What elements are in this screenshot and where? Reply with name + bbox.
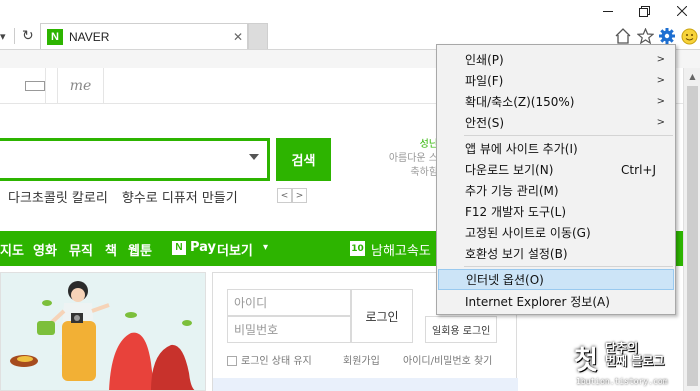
watermark-line: 번째 블로그 bbox=[605, 354, 665, 368]
restore-icon[interactable] bbox=[626, 0, 663, 22]
keyword-pager: < > bbox=[277, 188, 307, 203]
login-button[interactable]: 로그인 bbox=[351, 289, 413, 343]
menu-item-label: 고정된 사이트로 이동(G) bbox=[465, 226, 591, 240]
menu-item-label: F12 개발자 도구(L) bbox=[465, 205, 567, 219]
login-password-input[interactable]: 비밀번호 bbox=[227, 316, 351, 343]
keep-login-label: 로그인 상태 유지 bbox=[241, 356, 312, 367]
submenu-arrow-icon: > bbox=[656, 96, 665, 107]
menu-separator bbox=[464, 266, 673, 267]
tab-title: NAVER bbox=[69, 30, 110, 44]
gnb-item-npay[interactable]: N Pay bbox=[172, 240, 216, 255]
address-dropdown-icon[interactable]: ▾ bbox=[0, 26, 6, 46]
hot-keyword[interactable]: 다크초콜릿 칼로리 bbox=[8, 187, 108, 206]
watermark-text: 단추의 번째 블로그 bbox=[605, 342, 664, 368]
tools-gear-icon[interactable] bbox=[656, 26, 678, 46]
blog-watermark: 첫 단추의 번째 블로그 1bution.tistory.com bbox=[574, 340, 700, 391]
menu-item-label: Internet Explorer 정보(A) bbox=[465, 295, 610, 309]
nav-divider bbox=[14, 28, 15, 44]
service-tile-window[interactable] bbox=[12, 68, 58, 104]
rank-number: 10 bbox=[350, 241, 365, 256]
scroll-up-icon[interactable]: ▲ bbox=[684, 68, 700, 85]
minimize-icon[interactable] bbox=[589, 0, 626, 22]
promo-art bbox=[10, 281, 195, 390]
menu-item-zoom[interactable]: 확대/축소(Z)(150%) > bbox=[438, 91, 674, 112]
submenu-arrow-icon: > bbox=[656, 117, 665, 128]
menu-item-compat-view[interactable]: 호환성 보기 설정(B) bbox=[438, 243, 674, 264]
pager-prev-icon[interactable]: < bbox=[277, 188, 292, 203]
window-controls bbox=[589, 0, 700, 22]
npay-icon: N bbox=[172, 240, 186, 255]
menu-item-view-downloads[interactable]: 다운로드 보기(N) Ctrl+J bbox=[438, 159, 674, 180]
menu-item-shortcut: Ctrl+J bbox=[621, 162, 656, 177]
gnb-item-movie[interactable]: 영화 bbox=[33, 240, 57, 259]
menu-item-internet-options[interactable]: 인터넷 옵션(O) bbox=[438, 269, 674, 290]
tab-close-icon[interactable]: ✕ bbox=[229, 30, 247, 44]
menu-item-manage-addons[interactable]: 추가 기능 관리(M) bbox=[438, 180, 674, 201]
search-input[interactable] bbox=[0, 138, 270, 181]
id-placeholder: 아이디 bbox=[234, 296, 268, 310]
close-window-icon[interactable] bbox=[663, 0, 700, 22]
tools-menu: 인쇄(P) > 파일(F) > 확대/축소(Z)(150%) > 안전(S) >… bbox=[436, 44, 676, 315]
menu-item-label: 안전(S) bbox=[465, 116, 505, 130]
password-placeholder: 비밀번호 bbox=[234, 323, 279, 337]
aside-ad-line: 아름다운 스 bbox=[388, 153, 438, 164]
watermark-url: 1bution.tistory.com bbox=[576, 377, 668, 386]
favorites-star-icon[interactable] bbox=[634, 26, 656, 46]
keep-login-check-icon[interactable] bbox=[227, 356, 237, 366]
menu-item-label: 추가 기능 관리(M) bbox=[465, 184, 559, 198]
me-label: me bbox=[69, 78, 92, 94]
gnb-item-map[interactable]: 지도 bbox=[0, 240, 24, 259]
naver-favicon-icon: N bbox=[47, 29, 63, 45]
hot-keyword[interactable]: 향수로 디퓨저 만들기 bbox=[122, 187, 238, 206]
gnb-item-music[interactable]: 뮤직 bbox=[69, 240, 93, 259]
menu-item-label: 호환성 보기 설정(B) bbox=[465, 247, 568, 261]
onetime-login-button[interactable]: 일회용 로그인 bbox=[425, 316, 498, 343]
menu-item-about-ie[interactable]: Internet Explorer 정보(A) bbox=[438, 291, 674, 312]
menu-item-label: 파일(F) bbox=[465, 74, 504, 88]
menu-item-print[interactable]: 인쇄(P) > bbox=[438, 49, 674, 70]
watermark-big-letter: 첫 bbox=[574, 346, 598, 376]
menu-item-label: 확대/축소(Z)(150%) bbox=[465, 95, 575, 109]
menu-item-label: 앱 뷰에 사이트 추가(I) bbox=[465, 142, 578, 156]
find-account-link[interactable]: 아이디/비밀번호 찾기 bbox=[403, 352, 492, 367]
menu-item-add-site-to-apps[interactable]: 앱 뷰에 사이트 추가(I) bbox=[438, 138, 674, 159]
menu-item-pinned-sites[interactable]: 고정된 사이트로 이동(G) bbox=[438, 222, 674, 243]
menu-item-file[interactable]: 파일(F) > bbox=[438, 70, 674, 91]
gnb-more[interactable]: 더보기 bbox=[217, 240, 253, 259]
command-icons bbox=[612, 26, 700, 46]
submenu-arrow-icon: > bbox=[656, 54, 665, 65]
menu-item-label: 인터넷 옵션(O) bbox=[466, 273, 544, 287]
aside-ad-line: 축하힘 bbox=[410, 167, 438, 178]
promo-illustration[interactable] bbox=[0, 272, 206, 391]
refresh-icon[interactable]: ↻ bbox=[22, 26, 34, 46]
service-tile-me[interactable]: me bbox=[58, 68, 104, 104]
menu-item-label: 다운로드 보기(N) bbox=[465, 163, 554, 177]
menu-item-label: 인쇄(P) bbox=[465, 53, 504, 67]
new-tab-button[interactable] bbox=[248, 23, 268, 50]
menu-item-f12-devtools[interactable]: F12 개발자 도구(L) bbox=[438, 201, 674, 222]
feedback-smiley-icon[interactable] bbox=[678, 26, 700, 46]
menu-separator bbox=[464, 135, 673, 136]
signup-link[interactable]: 회원가입 bbox=[343, 352, 380, 367]
login-id-input[interactable]: 아이디 bbox=[227, 289, 351, 316]
aside-ad[interactable]: 성닌 아름다운 스 축하힘 bbox=[378, 138, 438, 180]
aside-ad-line: 성닌 bbox=[419, 139, 438, 150]
menu-item-safety[interactable]: 안전(S) > bbox=[438, 112, 674, 133]
pager-next-icon[interactable]: > bbox=[292, 188, 307, 203]
search-dropdown-icon[interactable] bbox=[249, 154, 259, 160]
gnb-item-webtoon[interactable]: 웹툰 bbox=[128, 240, 152, 259]
gnb-item-book[interactable]: 책 bbox=[105, 240, 117, 259]
login-bottom-strip bbox=[213, 378, 518, 391]
more-chevron-icon[interactable]: ▾ bbox=[263, 242, 268, 253]
submenu-arrow-icon: > bbox=[656, 75, 665, 86]
keep-login-checkbox[interactable]: 로그인 상태 유지 bbox=[227, 352, 312, 367]
hot-keywords: 다크초콜릿 칼로리 향수로 디퓨저 만들기 bbox=[8, 187, 238, 206]
search-button[interactable]: 검색 bbox=[276, 138, 331, 181]
home-icon[interactable] bbox=[612, 26, 634, 46]
npay-label: Pay bbox=[190, 240, 217, 255]
tab-naver[interactable]: N NAVER ✕ bbox=[40, 23, 248, 50]
realtime-rank-text[interactable]: 남해고속도 bbox=[371, 240, 431, 259]
